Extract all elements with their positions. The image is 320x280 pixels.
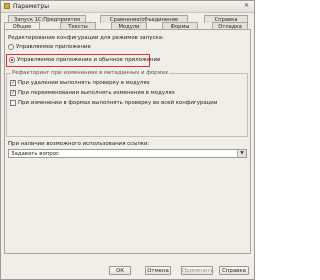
close-button[interactable]: ✕ [242, 2, 251, 10]
checkbox-delete-check[interactable]: ✓ [10, 80, 16, 86]
cancel-button[interactable]: Отмена [145, 266, 171, 275]
radio-managed-app-label: Управляемое приложение [16, 44, 91, 50]
checkbox-rename-label: При переименовании выполнять изменения в… [18, 90, 175, 96]
window-title: Параметры [13, 3, 49, 10]
help-button[interactable]: Справка [219, 266, 249, 275]
title-bar: Параметры ✕ [1, 1, 254, 13]
checkbox-rename-check[interactable]: ✓ [10, 90, 16, 96]
checkbox-delete-label: При удалении выполнять проверку в модуля… [18, 80, 150, 86]
checkbox-forms-check[interactable] [10, 100, 16, 106]
refactoring-group-title: Рефакторинг при изменениях в метаданных … [11, 70, 170, 76]
reference-usage-value: Задавать вопрос [11, 151, 59, 157]
ok-button[interactable]: ОК [109, 266, 131, 275]
apply-button[interactable]: Применить [181, 266, 214, 275]
parameters-dialog: Параметры ✕ Запуск 1С:Предприятия Сравне… [0, 0, 255, 280]
launch-modes-heading: Редактирование конфигурации для режимов … [8, 35, 164, 41]
checkbox-forms-label: При изменении в формах выполнять проверк… [18, 100, 218, 106]
dropdown-arrow-icon[interactable]: ▼ [237, 150, 246, 157]
radio-managed-and-ordinary-app[interactable] [9, 57, 15, 63]
radio-managed-and-ordinary-label: Управляемое приложение и обычное приложе… [17, 57, 161, 63]
reference-usage-heading: При наличии возможного использования ссы… [8, 141, 150, 147]
reference-usage-select[interactable]: Задавать вопрос ▼ [8, 149, 247, 158]
app-icon [4, 3, 10, 9]
radio-managed-app[interactable] [8, 44, 14, 50]
